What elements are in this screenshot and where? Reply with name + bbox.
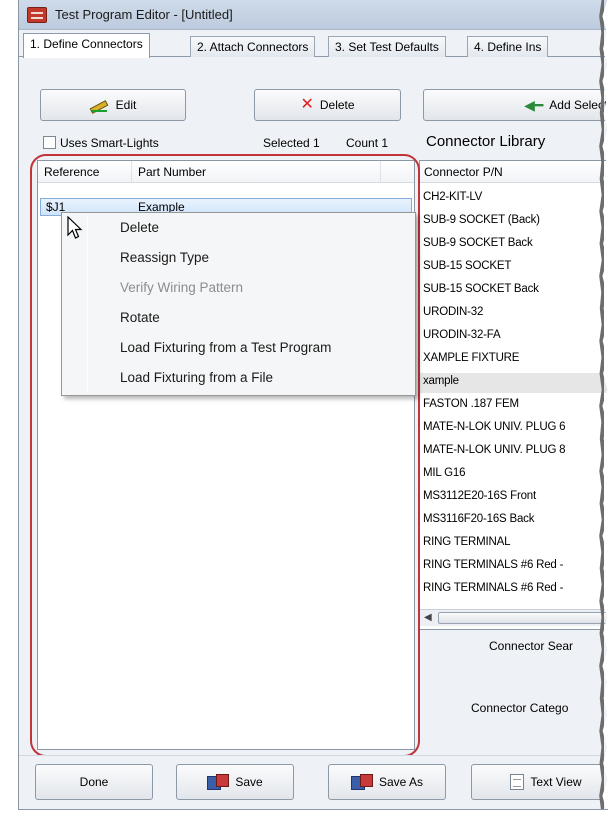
save-as-icon xyxy=(350,774,373,790)
list-item[interactable]: SUB-15 SOCKET xyxy=(423,260,511,272)
column-connector-pn[interactable]: Connector P/N xyxy=(424,165,503,179)
menu-item-load-fixturing-program[interactable]: Load Fixturing from a Test Program xyxy=(120,340,331,355)
list-item[interactable]: SUB-15 SOCKET Back xyxy=(423,283,539,295)
scroll-left-icon[interactable]: ◀ xyxy=(424,612,432,623)
save-button-label: Save xyxy=(235,775,263,789)
list-item[interactable]: MIL G16 xyxy=(423,467,465,479)
list-item[interactable]: RING TERMINALS #6 Red - xyxy=(423,559,563,571)
list-item[interactable]: FASTON .187 FEM xyxy=(423,398,519,410)
library-horizontal-scrollbar[interactable]: ◀ xyxy=(420,609,608,626)
save-button[interactable]: Save xyxy=(176,764,294,800)
list-item[interactable]: URODIN-32-FA xyxy=(423,329,501,341)
done-button-label: Done xyxy=(79,775,109,789)
menu-item-delete[interactable]: Delete xyxy=(120,220,159,235)
list-item[interactable]: RING TERMINAL xyxy=(423,536,510,548)
delete-button[interactable]: ✕ Delete xyxy=(254,89,401,121)
list-item[interactable]: XAMPLE FIXTURE xyxy=(423,352,519,364)
app-icon xyxy=(27,7,47,23)
window-title: Test Program Editor - [Untitled] xyxy=(55,7,233,22)
tab-strip: 1. Define Connectors 2. Attach Connector… xyxy=(19,33,608,58)
list-item[interactable]: RING TERMINALS #6 Red - xyxy=(423,582,563,594)
list-item[interactable]: CH2-KIT-LV xyxy=(423,191,482,203)
add-selected-button[interactable]: ◀━ Add Selecte xyxy=(423,89,608,121)
tab-attach-connectors[interactable]: 2. Attach Connectors xyxy=(190,36,316,57)
total-count: Count 1 xyxy=(346,136,389,150)
save-icon xyxy=(207,774,230,790)
connector-category-label: Connector Catego xyxy=(471,701,569,715)
edit-button-label: Edit xyxy=(115,98,137,112)
list-item[interactable]: MS3116F20-16S Back xyxy=(423,513,534,525)
edit-button[interactable]: Edit xyxy=(40,89,186,121)
smart-lights-label: Uses Smart-Lights xyxy=(60,136,159,150)
text-view-button[interactable]: Text View xyxy=(471,764,608,800)
bottom-button-bar: Done Save Save As Text View xyxy=(19,755,608,809)
smart-lights-checkbox[interactable] xyxy=(43,136,56,149)
list-item[interactable]: URODIN-32 xyxy=(423,306,483,318)
library-list-header: Connector P/N xyxy=(420,161,608,183)
context-menu: Delete Reassign Type Verify Wiring Patte… xyxy=(61,212,416,396)
pencil-icon xyxy=(90,99,110,112)
connector-library-title: Connector Library xyxy=(426,133,546,150)
menu-item-load-fixturing-file[interactable]: Load Fixturing from a File xyxy=(120,370,273,385)
scrollbar-thumb[interactable] xyxy=(438,612,608,624)
document-icon xyxy=(510,774,525,790)
menu-item-rotate[interactable]: Rotate xyxy=(120,310,160,325)
define-connectors-panel: Edit ✕ Delete ◀━ Add Selecte Uses Smart-… xyxy=(19,57,608,757)
menu-item-reassign-type[interactable]: Reassign Type xyxy=(120,250,209,265)
title-bar[interactable]: Test Program Editor - [Untitled] xyxy=(19,0,608,30)
tab-define-ins[interactable]: 4. Define Ins xyxy=(467,36,549,57)
connector-search-label: Connector Sear xyxy=(489,639,574,653)
delete-button-label: Delete xyxy=(319,98,355,112)
connector-library-list[interactable]: Connector P/N CH2-KIT-LV SUB-9 SOCKET (B… xyxy=(419,160,608,630)
list-item[interactable]: MATE-N-LOK UNIV. PLUG 8 xyxy=(423,444,566,456)
save-as-button[interactable]: Save As xyxy=(328,764,446,800)
delete-x-icon: ✕ xyxy=(300,96,314,113)
tab-define-connectors[interactable]: 1. Define Connectors xyxy=(23,33,150,58)
list-item[interactable]: SUB-9 SOCKET (Back) xyxy=(423,214,540,226)
mouse-cursor-icon xyxy=(67,216,83,239)
list-item[interactable]: SUB-9 SOCKET Back xyxy=(423,237,533,249)
text-view-button-label: Text View xyxy=(530,775,582,789)
save-as-button-label: Save As xyxy=(378,775,424,789)
done-button[interactable]: Done xyxy=(35,764,153,800)
selected-count: Selected 1 xyxy=(263,136,320,150)
test-program-editor-window: Test Program Editor - [Untitled] 1. Defi… xyxy=(18,0,608,810)
add-selected-label: Add Selecte xyxy=(549,98,608,112)
menu-gutter xyxy=(87,215,88,393)
arrow-left-icon: ◀━ xyxy=(524,96,544,113)
list-item[interactable]: MS3112E20-16S Front xyxy=(423,490,536,502)
menu-item-verify-wiring: Verify Wiring Pattern xyxy=(120,280,244,295)
tab-set-test-defaults[interactable]: 3. Set Test Defaults xyxy=(328,36,446,57)
list-item[interactable]: MATE-N-LOK UNIV. PLUG 6 xyxy=(423,421,566,433)
list-item-selected[interactable]: xample xyxy=(420,373,608,393)
